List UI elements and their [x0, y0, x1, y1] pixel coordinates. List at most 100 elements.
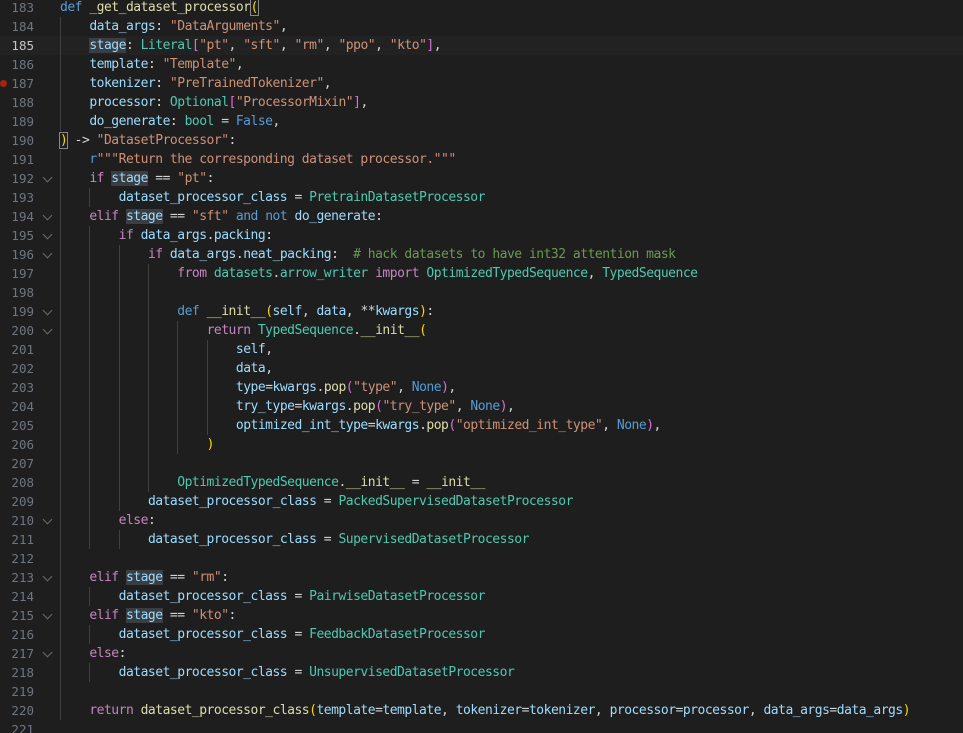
code-line[interactable]: 192 if stage == "pt": — [0, 169, 963, 188]
code-token: neat_packing — [243, 247, 332, 262]
fold-chevron-icon[interactable] — [42, 324, 53, 335]
code-line[interactable]: 197 from datasets.arrow_writer import Opt… — [0, 264, 963, 283]
code-text[interactable]: ) -> "DatasetProcessor": — [58, 131, 236, 150]
code-text[interactable]: elif stage == "kto": — [89, 606, 236, 625]
code-token: Optional — [169, 95, 229, 110]
code-line[interactable]: 201 self, — [0, 340, 963, 359]
code-line[interactable]: 204 try_type=kwargs.pop("try_type", None)… — [0, 397, 963, 416]
code-line[interactable]: 207 — [0, 454, 963, 473]
code-line[interactable]: 184 data_args: "DataArguments", — [0, 17, 963, 36]
code-token: , — [265, 361, 273, 376]
code-line[interactable]: 205 optimized_int_type=kwargs.pop("optimi… — [0, 416, 963, 435]
code-line[interactable]: 219 — [0, 682, 963, 701]
code-text[interactable]: data_args: "DataArguments", — [89, 17, 287, 36]
code-token: data — [316, 304, 346, 319]
code-line[interactable]: 195 if data_args.packing: — [0, 226, 963, 245]
code-text[interactable]: template: "Template", — [89, 55, 243, 74]
code-text[interactable]: stage: Literal["pt", "sft", "rm", "ppo",… — [89, 36, 442, 55]
code-line[interactable]: 210 else: — [0, 511, 963, 530]
code-line[interactable]: 212 — [0, 549, 963, 568]
indent-guide — [60, 112, 61, 131]
code-line[interactable]: 198 — [0, 283, 963, 302]
code-text[interactable]: r"""Return the corresponding dataset pro… — [89, 150, 456, 169]
code-text[interactable]: processor: Optional["ProcessorMixin"], — [89, 93, 368, 112]
fold-chevron-icon[interactable] — [42, 571, 53, 582]
code-line[interactable]: 211 dataset_processor_class = SupervisedD… — [0, 530, 963, 549]
code-line[interactable]: 188 processor: Optional["ProcessorMixin"]… — [0, 93, 963, 112]
fold-chevron-icon[interactable] — [42, 210, 53, 221]
code-line[interactable]: 213 elif stage == "rm": — [0, 568, 963, 587]
code-text[interactable]: dataset_processor_class = FeedbackDatase… — [119, 625, 486, 644]
code-line[interactable]: 185 stage: Literal["pt", "sft", "rm", "pp… — [0, 36, 963, 55]
code-line[interactable]: 221 — [0, 720, 963, 733]
code-token: "rm" — [294, 38, 325, 53]
code-line[interactable]: 215 elif stage == "kto": — [0, 606, 963, 625]
code-text[interactable]: if data_args.neat_packing: # hack datase… — [148, 245, 676, 264]
code-line[interactable]: 217 else: — [0, 644, 963, 663]
fold-chevron-icon[interactable] — [42, 514, 53, 525]
code-text[interactable]: elif stage == "rm": — [89, 568, 229, 587]
code-token: self — [235, 342, 266, 357]
code-text[interactable]: if stage == "pt": — [89, 169, 214, 188]
code-line[interactable]: 209 dataset_processor_class = PackedSuper… — [0, 492, 963, 511]
code-text[interactable]: do_generate: bool = False, — [89, 112, 280, 131]
code-line[interactable]: 186 template: "Template", — [0, 55, 963, 74]
code-token: : — [206, 171, 215, 186]
code-text[interactable]: OptimizedTypedSequence.__init__ = __init… — [177, 473, 485, 492]
code-text[interactable]: else: — [119, 511, 156, 530]
fold-chevron-icon[interactable] — [42, 647, 53, 658]
fold-chevron-icon[interactable] — [42, 248, 53, 259]
code-line[interactable]: 191 r"""Return the corresponding dataset … — [0, 150, 963, 169]
code-text[interactable]: data, — [236, 359, 273, 378]
indent-guide — [89, 587, 91, 606]
code-text[interactable]: optimized_int_type=kwargs.pop("optimized… — [236, 416, 662, 435]
code-line[interactable]: 216 dataset_processor_class = FeedbackDat… — [0, 625, 963, 644]
code-line[interactable]: 199 def __init__(self, data, **kwargs): — [0, 302, 963, 321]
code-line[interactable]: 189 do_generate: bool = False, — [0, 112, 963, 131]
code-text[interactable]: from datasets.arrow_writer import Optimi… — [177, 264, 698, 283]
code-line[interactable]: 202 data, — [0, 359, 963, 378]
code-text[interactable]: tokenizer: "PreTrainedTokenizer", — [89, 74, 331, 93]
code-text[interactable]: dataset_processor_class = SupervisedData… — [148, 530, 529, 549]
code-line[interactable]: 214 dataset_processor_class = PairwiseDat… — [0, 587, 963, 606]
code-editor[interactable]: 183 def _get_dataset_processor(184 data_ar… — [0, 0, 963, 733]
code-token: , — [279, 38, 295, 53]
code-text[interactable]: self, — [236, 340, 273, 359]
code-line[interactable]: 187 tokenizer: "PreTrainedTokenizer", — [0, 74, 963, 93]
code-line[interactable]: 218 dataset_processor_class = Unsupervise… — [0, 663, 963, 682]
code-line[interactable]: 200 return TypedSequence.__init__( — [0, 321, 963, 340]
code-text[interactable]: else: — [89, 644, 126, 663]
code-token: , — [397, 380, 412, 395]
code-line[interactable]: 208 OptimizedTypedSequence.__init__ = __i… — [0, 473, 963, 492]
line-number: 190 — [11, 133, 34, 148]
code-text[interactable]: dataset_processor_class = PairwiseDatase… — [119, 587, 486, 606]
code-line[interactable]: 206) — [0, 435, 963, 454]
code-text[interactable]: elif stage == "sft" and not do_generate: — [89, 207, 383, 226]
code-line[interactable]: 193 dataset_processor_class = PretrainDat… — [0, 188, 963, 207]
fold-chevron-icon[interactable] — [42, 172, 53, 183]
code-text[interactable]: dataset_processor_class = UnsupervisedDa… — [119, 663, 515, 682]
code-text[interactable]: if data_args.packing: — [119, 226, 273, 245]
code-text[interactable]: dataset_processor_class = PretrainDatase… — [119, 188, 486, 207]
code-line[interactable]: 203 type=kwargs.pop("type", None), — [0, 378, 963, 397]
code-line[interactable]: 194 elif stage == "sft" and not do_genera… — [0, 207, 963, 226]
fold-chevron-icon[interactable] — [42, 229, 53, 240]
code-text[interactable]: def __init__(self, data, **kwargs): — [177, 302, 434, 321]
code-text[interactable]: dataset_processor_class = PackedSupervis… — [148, 492, 573, 511]
code-token: tokenizer — [455, 703, 522, 718]
code-text[interactable]: def _get_dataset_processor( — [60, 0, 259, 17]
code-text[interactable]: return TypedSequence.__init__( — [207, 321, 427, 340]
code-text[interactable]: ) — [207, 435, 215, 454]
code-line[interactable]: 220 return dataset_processor_class(templa… — [0, 701, 963, 720]
fold-chevron-icon[interactable] — [42, 305, 53, 316]
code-text[interactable]: try_type=kwargs.pop("try_type", None), — [236, 397, 515, 416]
code-line[interactable]: 183 def _get_dataset_processor( — [0, 0, 963, 17]
indent-guide — [60, 150, 61, 169]
code-text[interactable]: type=kwargs.pop("type", None), — [236, 378, 456, 397]
code-line[interactable]: 196 if data_args.neat_packing: # hack dat… — [0, 245, 963, 264]
code-token: kwargs — [375, 418, 420, 433]
code-text[interactable]: return dataset_processor_class(template=… — [89, 701, 910, 720]
code-line[interactable]: 190 ) -> "DatasetProcessor": — [0, 131, 963, 150]
fold-chevron-icon[interactable] — [42, 609, 53, 620]
